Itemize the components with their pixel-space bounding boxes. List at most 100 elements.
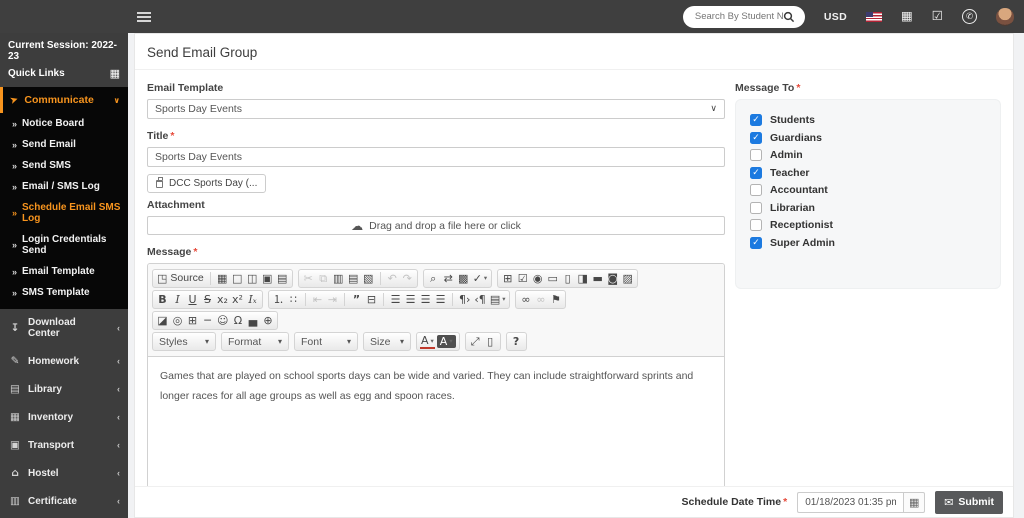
paste-icon[interactable]: ▥ [332,271,345,286]
message-body[interactable]: Games that are played on school sports d… [148,357,724,486]
schedule-datetime-input[interactable] [797,491,904,513]
italic-icon[interactable]: I [171,292,184,307]
calendar-icon[interactable]: ▦ [901,10,913,23]
file-dropzone[interactable]: ☁ Drag and drop a file here or click [147,216,725,235]
sidebar-module-item[interactable]: ▣ Transport ‹ [0,431,128,459]
remove-format-icon[interactable]: Iₓ [246,292,259,307]
bg-color-icon[interactable]: A ▾ [436,335,456,348]
recipient-option[interactable]: ✓ Librarian [750,201,986,214]
language-flag-icon[interactable] [865,11,882,22]
size-dropdown[interactable]: Size ▾ [363,332,411,351]
text-color-icon[interactable]: A ▾ [420,334,435,349]
flash-icon[interactable]: ◎ [171,313,184,328]
sidebar-subitem[interactable]: » Email / SMS Log [0,176,128,197]
format-dropdown[interactable]: Format ▾ [221,332,289,351]
sidebar-subitem[interactable]: » Email Template [0,261,128,282]
recipient-option[interactable]: ✓ Admin [750,149,986,161]
sidebar-module-item[interactable]: ✎ Homework ‹ [0,347,128,375]
bulleted-list-icon[interactable]: ∷ [287,292,300,307]
paste-text-icon[interactable]: ▤ [347,271,360,286]
sidebar-subitem[interactable]: » Send SMS [0,155,128,176]
align-center-icon[interactable]: ☰ [404,292,417,307]
checkbox[interactable]: ✓ [750,236,762,249]
outdent-icon[interactable]: ⇤ [311,292,324,307]
bold-icon[interactable]: B [156,292,169,307]
delete-icon[interactable] [156,176,163,188]
submit-button[interactable]: ✉ Submit [935,490,1003,514]
new-page-icon[interactable]: □ [231,271,244,286]
quick-links[interactable]: Quick Links ▦ [0,63,128,87]
recipient-option[interactable]: ✓ Teacher [750,166,986,179]
redo-icon[interactable]: ↷ [401,271,414,286]
sidebar-subitem[interactable]: » Notice Board [0,113,128,134]
replace-icon[interactable]: ⇄ [442,271,455,286]
select-all-icon[interactable]: ▩ [457,271,470,286]
align-right-icon[interactable]: ☰ [419,292,432,307]
recipient-option[interactable]: ✓ Super Admin [750,236,986,249]
blockquote-icon[interactable]: ” [350,292,363,307]
checkbox[interactable]: ✓ [750,131,762,144]
paste-word-icon[interactable]: ▧ [362,271,375,286]
checkbox[interactable]: ✓ [750,201,762,214]
preview-icon[interactable]: ◫ [246,271,259,286]
button-field-icon[interactable]: ▬ [591,271,604,286]
maximize-icon[interactable]: ⤢ [469,334,482,349]
search-input[interactable] [694,11,783,22]
tasks-icon[interactable]: ☑ [932,10,943,23]
save-icon[interactable]: ▦ [216,271,229,286]
radio-field-icon[interactable]: ◉ [531,271,544,286]
currency-selector[interactable]: USD [824,11,847,23]
email-template-select[interactable]: Sports Day Events ∨ [147,99,725,119]
styles-dropdown[interactable]: Styles ▾ [152,332,216,351]
cut-icon[interactable]: ✂ [302,271,315,286]
recipient-option[interactable]: ✓ Receptionist [750,219,986,231]
textarea-field-icon[interactable]: ▯ [561,271,574,286]
grid-icon[interactable]: ▦ [110,67,120,80]
form-icon[interactable]: ⊞ [501,271,514,286]
sidebar-module-item[interactable]: ▥ Certificate ‹ [0,487,128,515]
unlink-icon[interactable]: ∞ [534,292,547,307]
checkbox[interactable]: ✓ [750,166,762,179]
recipient-option[interactable]: ✓ Guardians [750,131,986,144]
select-field-icon[interactable]: ◨ [576,271,589,286]
sidebar-item-communicate[interactable]: ➤ Communicate ∨ [0,87,128,113]
page-break-icon[interactable]: ▄ [246,313,259,328]
sidebar-module-item[interactable]: ↧ Download Center ‹ [0,309,128,347]
checkbox-field-icon[interactable]: ☑ [516,271,529,286]
sidebar-module-item[interactable]: ▦ Inventory ‹ [0,403,128,431]
spellcheck-icon[interactable]: ✓ ▾ [472,271,488,286]
student-search-box[interactable] [682,5,805,28]
whatsapp-icon[interactable]: ✆ [962,9,977,24]
sidebar-module-item[interactable]: ▤ Library ‹ [0,375,128,403]
horizontal-rule-icon[interactable]: ─ [201,313,214,328]
search-icon[interactable] [783,11,795,23]
recipient-option[interactable]: ✓ Students [750,114,986,126]
checkbox[interactable]: ✓ [750,184,762,196]
about-icon[interactable]: ? [510,334,523,349]
datepicker-calendar-icon[interactable]: ▦ [903,491,926,513]
checkbox[interactable]: ✓ [750,149,762,161]
recipient-option[interactable]: ✓ Accountant [750,184,986,196]
sidebar-subitem[interactable]: » Login Credentials Send [0,229,128,261]
div-container-icon[interactable]: ⊟ [365,292,378,307]
subscript-icon[interactable]: x₂ [216,292,229,307]
undo-icon[interactable]: ↶ [386,271,399,286]
image-button-icon[interactable]: ◙ [606,271,619,286]
anchor-icon[interactable]: ⚑ [549,292,562,307]
numbered-list-icon[interactable]: ⒈ [272,292,285,307]
language-icon[interactable]: ▤ ▾ [489,292,507,307]
superscript-icon[interactable]: x² [231,292,244,307]
show-blocks-icon[interactable]: ▯ [484,334,497,349]
title-input[interactable] [147,147,725,167]
text-field-icon[interactable]: ▭ [546,271,559,286]
ltr-icon[interactable]: ¶› [458,292,471,307]
image-icon[interactable]: ◪ [156,313,169,328]
user-avatar[interactable] [996,7,1014,26]
strike-icon[interactable]: S [201,292,214,307]
link-icon[interactable]: ∞ [519,292,532,307]
sidebar-subitem[interactable]: » Schedule Email SMS Log [0,197,128,229]
sidebar-subitem[interactable]: » Send Email [0,134,128,155]
find-icon[interactable]: ⌕ [427,271,440,286]
smiley-icon[interactable]: ☺ [216,313,229,328]
indent-icon[interactable]: ⇥ [326,292,339,307]
